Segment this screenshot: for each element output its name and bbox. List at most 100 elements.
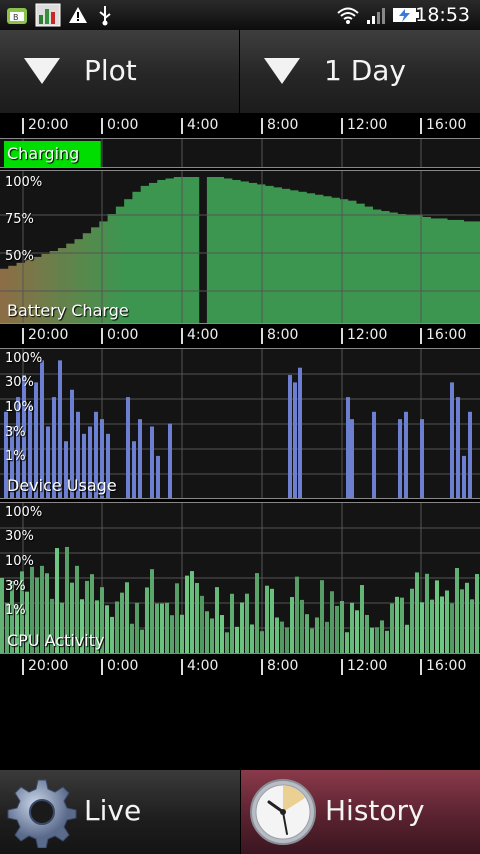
cpu-bar xyxy=(430,599,434,653)
usage-bar xyxy=(372,411,376,498)
device-y-label: 1% xyxy=(5,449,26,464)
axis-tick-label: 20:00 xyxy=(28,117,69,133)
axis-tick xyxy=(341,659,343,675)
usage-bar xyxy=(462,455,466,498)
cpu-bar xyxy=(275,617,279,653)
usage-bar xyxy=(298,367,302,498)
cpu-bar xyxy=(335,605,339,653)
plot-selector-button[interactable]: Plot xyxy=(0,30,240,113)
battery-y-label: 75% xyxy=(5,212,34,227)
time-axis-top: 20:00 0:00 4:00 8:00 12:00 16:00 xyxy=(0,115,480,137)
battery-bar xyxy=(446,219,456,323)
cpu-y-label: 100% xyxy=(5,505,43,520)
battery-bar xyxy=(455,219,465,323)
cpu-bar xyxy=(405,624,409,653)
axis-tick-label: 16:00 xyxy=(426,658,467,674)
cpu-bar xyxy=(360,585,364,653)
cpu-bar xyxy=(445,590,449,653)
battery-bar xyxy=(264,185,274,323)
battery-bar xyxy=(314,194,324,323)
dropdown-triangle-icon xyxy=(264,58,300,84)
cpu-bar xyxy=(400,597,404,653)
cpu-bar xyxy=(475,574,479,653)
cpu-bar xyxy=(230,593,234,653)
cpu-bar xyxy=(195,583,199,653)
battery-panel: 100% 75% 50% Battery Charge xyxy=(0,170,480,324)
cpu-bar xyxy=(425,573,429,653)
battery-y-label: 50% xyxy=(5,249,34,264)
battery-bar xyxy=(364,206,374,323)
battery-bar xyxy=(355,203,365,323)
status-bar: B 18:53 xyxy=(0,0,480,30)
axis-tick-label: 0:00 xyxy=(107,327,139,343)
battery-y-label: 100% xyxy=(5,175,43,190)
battery-bar xyxy=(223,178,233,323)
battery-bar xyxy=(422,216,431,323)
signal-icon xyxy=(366,3,386,27)
battery-bar xyxy=(289,190,299,323)
axis-tick xyxy=(101,118,103,134)
history-button-label: History xyxy=(325,794,425,827)
cpu-bar xyxy=(390,603,394,653)
battery-bar xyxy=(140,185,150,323)
dropdown-triangle-icon xyxy=(24,58,60,84)
range-selector-button[interactable]: 1 Day xyxy=(240,30,480,113)
cpu-bar xyxy=(140,629,144,653)
cpu-bar xyxy=(255,573,259,653)
wifi-icon xyxy=(336,3,360,27)
gear-icon xyxy=(6,776,78,849)
battery-bar xyxy=(372,209,382,323)
cpu-bar xyxy=(470,599,474,653)
axis-tick-label: 4:00 xyxy=(187,327,219,343)
cpu-bar xyxy=(155,603,159,653)
axis-tick xyxy=(420,659,422,675)
cpu-bar xyxy=(380,620,384,653)
device-y-label: 10% xyxy=(5,400,34,415)
device-usage-label: Device Usage xyxy=(7,476,117,495)
cpu-bar xyxy=(200,595,204,653)
cpu-bar xyxy=(345,632,349,653)
usage-bar xyxy=(450,382,454,498)
cpu-bar xyxy=(170,615,174,653)
usage-bar xyxy=(126,397,130,498)
cpu-bar xyxy=(385,630,389,653)
axis-tick xyxy=(101,659,103,675)
cpu-bar xyxy=(210,618,214,653)
cpu-bar xyxy=(270,588,274,653)
battery-bar xyxy=(206,177,216,323)
clock-icon xyxy=(247,776,319,848)
battery-bar xyxy=(463,221,473,323)
battery-bar xyxy=(182,177,191,323)
axis-tick-label: 16:00 xyxy=(426,117,467,133)
cpu-bar xyxy=(150,569,154,653)
cpu-bar xyxy=(305,614,309,653)
battery-app-icon xyxy=(35,3,61,27)
axis-tick xyxy=(101,328,103,344)
cpu-bar xyxy=(330,591,334,653)
battery-bar xyxy=(173,177,183,323)
cpu-bar xyxy=(0,577,4,653)
battery-bar xyxy=(380,211,390,323)
battery-bar xyxy=(397,214,407,323)
cpu-bar xyxy=(120,592,124,653)
cpu-bar xyxy=(395,596,399,653)
cpu-y-label: 3% xyxy=(5,579,26,594)
usage-bar xyxy=(150,426,154,498)
cpu-bar xyxy=(225,632,229,653)
battery-bar xyxy=(297,191,307,323)
battery-bar xyxy=(306,193,316,323)
plot-selector-label: Plot xyxy=(84,54,137,87)
warning-icon xyxy=(68,3,88,27)
cpu-bar xyxy=(460,589,464,653)
cpu-bar xyxy=(160,603,164,653)
cpu-bar xyxy=(175,583,179,653)
live-button[interactable]: Live xyxy=(0,770,240,854)
cpu-bar xyxy=(260,631,264,653)
cpu-bar xyxy=(205,611,209,653)
battery-bar xyxy=(339,199,349,323)
axis-tick xyxy=(181,328,183,344)
cpu-bar xyxy=(220,615,224,653)
history-button[interactable]: History xyxy=(240,770,480,854)
axis-tick xyxy=(181,118,183,134)
axis-tick-label: 0:00 xyxy=(107,658,139,674)
